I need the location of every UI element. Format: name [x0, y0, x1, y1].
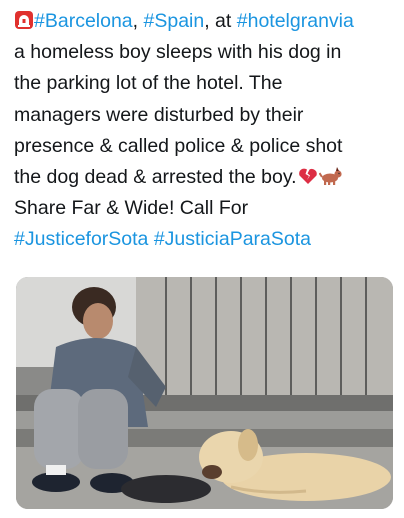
- tweet-line-6: the dog dead & arrested the boy.: [14, 162, 394, 193]
- tweet-line-2: a homeless boy sleeps with his dog in: [14, 41, 342, 64]
- tweet-photo[interactable]: [16, 277, 393, 509]
- dog-icon: [318, 165, 343, 193]
- tweet-line-8: #JusticeforSota #JusticiaParaSota: [14, 224, 394, 255]
- hashtag-justiceforsota[interactable]: #JusticeforSota: [14, 228, 148, 250]
- tweet: #Barcelona, #Spain, at #hotelgranvia a h…: [0, 0, 404, 518]
- separator-text: ,: [132, 10, 144, 32]
- tweet-text: #Barcelona, #Spain, at #hotelgranvia a h…: [14, 6, 394, 256]
- siren-emoji-icon: [14, 9, 34, 37]
- hashtag-spain[interactable]: #Spain: [144, 10, 205, 32]
- tweet-line-3: the parking lot of the hotel. The: [14, 72, 283, 95]
- hashtag-hotelgranvia[interactable]: #hotelgranvia: [237, 10, 354, 32]
- tweet-line-7: Share Far & Wide! Call For: [14, 197, 249, 220]
- separator-text: , at: [204, 10, 237, 32]
- tweet-line-4: managers were disturbed by their: [14, 103, 304, 126]
- tweet-line-1: #Barcelona, #Spain, at #hotelgranvia: [14, 6, 394, 37]
- tweet-line-5: presence & called police & police shot: [14, 134, 343, 157]
- hashtag-barcelona[interactable]: #Barcelona: [34, 10, 133, 32]
- boy-and-dog-photo: [16, 277, 393, 509]
- broken-heart-icon: [297, 165, 319, 193]
- hashtag-justiciaparasota[interactable]: #JusticiaParaSota: [154, 228, 311, 250]
- tweet-line-6-text: the dog dead & arrested the boy.: [14, 165, 297, 188]
